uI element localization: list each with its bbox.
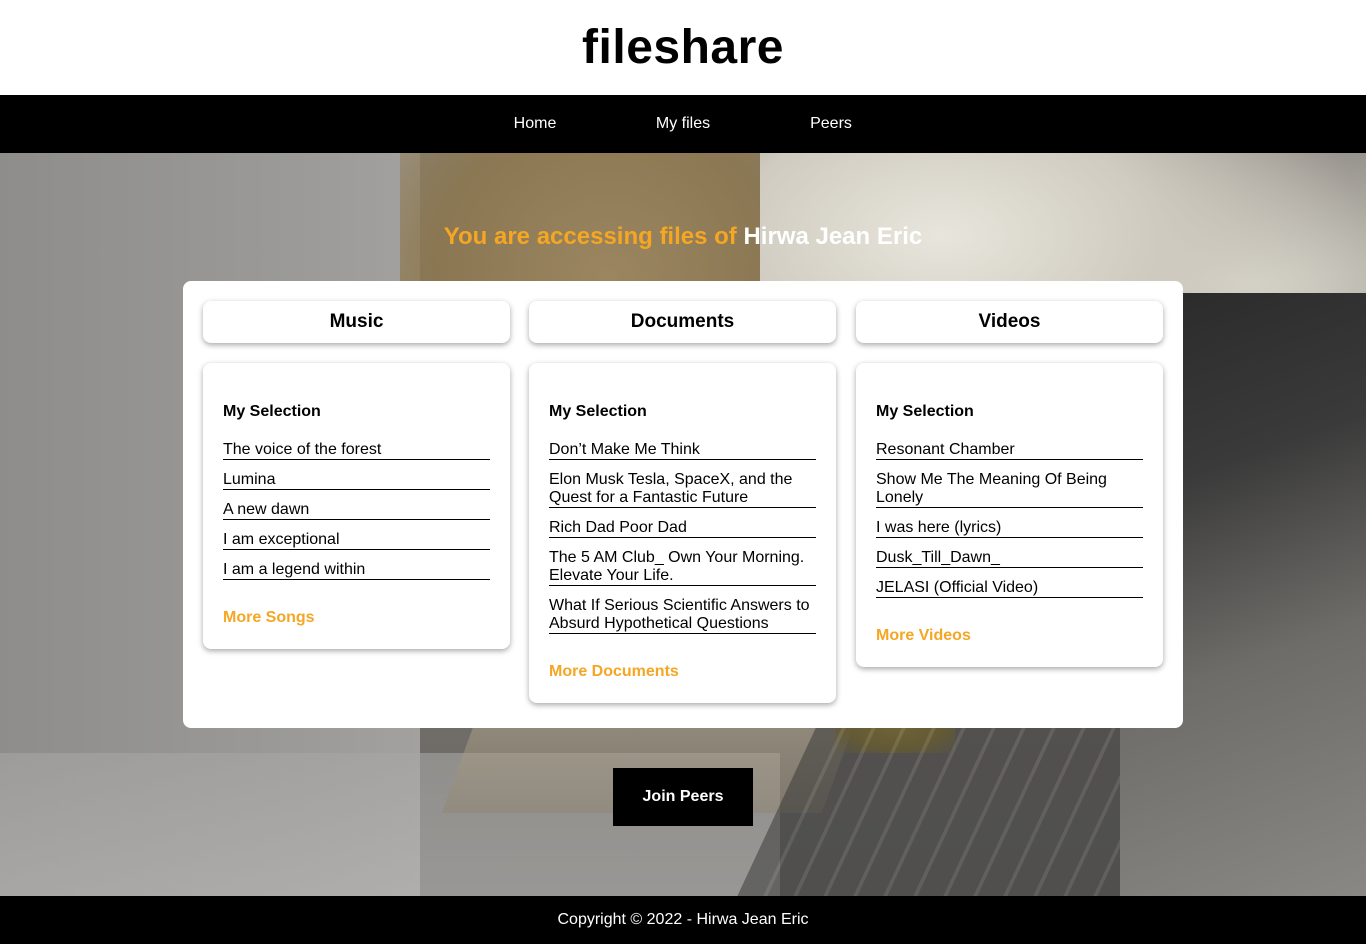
video-file-item[interactable]: JELASI (Official Video)	[876, 579, 1143, 598]
more-videos-link[interactable]: More Videos	[876, 627, 971, 645]
nav-peers-link[interactable]: Peers	[757, 115, 905, 133]
video-file-item[interactable]: Dusk_Till_Dawn_	[876, 549, 1143, 568]
music-file-item[interactable]: I am a legend within	[223, 561, 490, 580]
join-peers-button[interactable]: Join Peers	[613, 768, 753, 826]
access-heading: You are accessing files of Hirwa Jean Er…	[0, 223, 1366, 251]
videos-subtitle: My Selection	[876, 403, 974, 420]
more-songs-link[interactable]: More Songs	[223, 609, 315, 627]
music-file-item[interactable]: A new dawn	[223, 501, 490, 520]
site-footer: Copyright © 2022 - Hirwa Jean Eric	[0, 896, 1366, 944]
documents-card: My Selection Don’t Make Me Think Elon Mu…	[529, 363, 836, 703]
document-file-item[interactable]: Don’t Make Me Think	[549, 441, 816, 460]
video-file-item[interactable]: Resonant Chamber	[876, 441, 1143, 460]
nav-home-link[interactable]: Home	[461, 115, 609, 133]
videos-column: Videos My Selection Resonant Chamber Sho…	[856, 301, 1163, 667]
video-file-item[interactable]: Show Me The Meaning Of Being Lonely	[876, 471, 1143, 508]
document-file-item[interactable]: What If Serious Scientific Answers to Ab…	[549, 597, 816, 634]
music-file-item[interactable]: The voice of the forest	[223, 441, 490, 460]
videos-card: My Selection Resonant Chamber Show Me Th…	[856, 363, 1163, 667]
document-file-item[interactable]: Rich Dad Poor Dad	[549, 519, 816, 538]
more-documents-link[interactable]: More Documents	[549, 663, 679, 681]
documents-column: Documents My Selection Don’t Make Me Thi…	[529, 301, 836, 703]
video-file-item[interactable]: I was here (lyrics)	[876, 519, 1143, 538]
copyright-text: Copyright © 2022 - Hirwa Jean Eric	[557, 911, 809, 928]
files-panel: Music My Selection The voice of the fore…	[183, 281, 1183, 728]
documents-header: Documents	[529, 301, 836, 343]
site-header: fileshare	[0, 0, 1366, 95]
document-file-item[interactable]: Elon Musk Tesla, SpaceX, and the Quest f…	[549, 471, 816, 508]
access-prefix: You are accessing files of	[443, 223, 744, 250]
documents-subtitle: My Selection	[549, 403, 647, 420]
music-file-item[interactable]: I am exceptional	[223, 531, 490, 550]
music-card: My Selection The voice of the forest Lum…	[203, 363, 510, 649]
videos-header: Videos	[856, 301, 1163, 343]
main-nav: Home My files Peers	[0, 95, 1366, 153]
document-file-item[interactable]: The 5 AM Club_ Own Your Morning. Elevate…	[549, 549, 816, 586]
hero-section: You are accessing files of Hirwa Jean Er…	[0, 153, 1366, 896]
nav-my-files-link[interactable]: My files	[609, 115, 757, 133]
music-header: Music	[203, 301, 510, 343]
site-title: fileshare	[582, 21, 784, 74]
music-subtitle: My Selection	[223, 403, 321, 420]
music-column: Music My Selection The voice of the fore…	[203, 301, 510, 649]
owner-name: Hirwa Jean Eric	[743, 223, 923, 250]
music-file-item[interactable]: Lumina	[223, 471, 490, 490]
